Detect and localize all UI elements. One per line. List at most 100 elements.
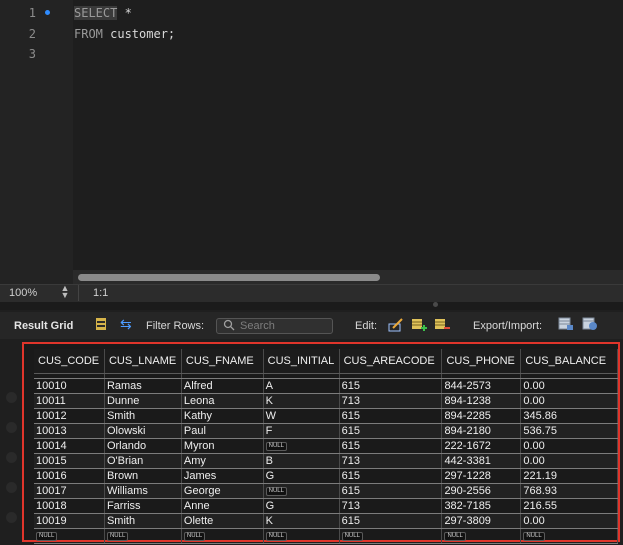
code-line-2[interactable]: FROM customer; (74, 27, 175, 41)
table-cell[interactable]: K (263, 393, 340, 409)
table-cell[interactable]: Smith (104, 408, 182, 424)
table-cell[interactable]: 894-2180 (441, 423, 522, 439)
table-cell[interactable]: 615 (339, 408, 443, 424)
splitter-handle-icon[interactable] (433, 302, 438, 307)
table-cell[interactable]: Kathy (181, 408, 264, 424)
table-cell[interactable]: Brown (104, 468, 182, 484)
edit-row-icon[interactable] (388, 318, 404, 332)
table-cell[interactable]: 297-3809 (441, 513, 522, 529)
table-cell[interactable]: 615 (339, 423, 443, 439)
table-cell[interactable]: 10016 (34, 468, 105, 484)
table-cell[interactable]: Smith (104, 513, 182, 529)
sql-editor[interactable] (0, 0, 623, 285)
table-cell[interactable]: NULL (181, 528, 264, 544)
table-row[interactable]: 10019 Smith Olette K 615 297-3809 0.00 (34, 513, 618, 529)
statement-marker-icon[interactable] (45, 10, 50, 15)
export-icon[interactable] (558, 317, 574, 331)
row-selector[interactable] (6, 512, 17, 523)
table-cell[interactable]: 222-1672 (441, 438, 522, 454)
table-cell[interactable]: NULL (263, 528, 340, 544)
column-header[interactable]: CUS_AREACODE (339, 349, 443, 374)
delete-row-icon[interactable] (434, 318, 450, 332)
table-cell[interactable]: G (263, 498, 340, 514)
table-cell[interactable]: 10010 (34, 378, 105, 394)
table-cell[interactable]: Leona (181, 393, 264, 409)
table-cell[interactable]: 713 (339, 453, 443, 469)
table-cell[interactable]: 290-2556 (441, 483, 522, 499)
table-cell[interactable]: 615 (339, 513, 443, 529)
table-cell[interactable]: O'Brian (104, 453, 182, 469)
table-row[interactable]: 10016 Brown James G 615 297-1228 221.19 (34, 468, 618, 484)
scrollbar-thumb[interactable] (78, 274, 380, 281)
table-cell[interactable]: NULL (104, 528, 182, 544)
refresh-icon[interactable]: ⇆ (120, 316, 132, 333)
column-header[interactable]: CUS_PHONE (441, 349, 522, 374)
table-cell[interactable]: 768.93 (520, 483, 618, 499)
table-cell[interactable]: NULL (441, 528, 522, 544)
column-header[interactable]: CUS_CODE (34, 349, 105, 374)
row-selector[interactable] (6, 452, 17, 463)
table-cell[interactable]: Orlando (104, 438, 182, 454)
table-cell[interactable]: Alfred (181, 378, 264, 394)
table-cell[interactable]: Myron (181, 438, 264, 454)
table-cell[interactable]: K (263, 513, 340, 529)
table-cell[interactable]: 10011 (34, 393, 105, 409)
table-cell[interactable]: NULL (520, 528, 618, 544)
table-cell[interactable]: NULL (34, 528, 105, 544)
table-cell[interactable]: 844-2573 (441, 378, 522, 394)
table-cell[interactable]: 10017 (34, 483, 105, 499)
table-cell[interactable]: 10013 (34, 423, 105, 439)
table-cell[interactable]: NULL (339, 528, 443, 544)
table-cell[interactable]: Williams (104, 483, 182, 499)
table-cell[interactable]: 0.00 (520, 438, 618, 454)
table-cell[interactable]: 216.55 (520, 498, 618, 514)
table-cell[interactable]: 894-1238 (441, 393, 522, 409)
table-cell[interactable]: Anne (181, 498, 264, 514)
table-cell[interactable]: Dunne (104, 393, 182, 409)
table-cell[interactable]: 615 (339, 438, 443, 454)
row-selector[interactable] (6, 482, 17, 493)
table-cell[interactable]: 0.00 (520, 393, 618, 409)
table-row[interactable]: 10018 Farriss Anne G 713 382-7185 216.55 (34, 498, 618, 514)
table-cell[interactable]: 615 (339, 483, 443, 499)
row-selector[interactable] (6, 422, 17, 433)
table-row[interactable]: 10012 Smith Kathy W 615 894-2285 345.86 (34, 408, 618, 424)
table-cell[interactable]: NULL (263, 438, 340, 454)
search-input[interactable] (240, 319, 330, 333)
table-cell[interactable]: 536.75 (520, 423, 618, 439)
table-row[interactable]: NULL NULL NULL NULL NULL NULL NULL (34, 528, 618, 544)
table-cell[interactable]: 297-1228 (441, 468, 522, 484)
table-cell[interactable]: A (263, 378, 340, 394)
table-cell[interactable]: G (263, 468, 340, 484)
table-cell[interactable]: 442-3381 (441, 453, 522, 469)
table-cell[interactable]: F (263, 423, 340, 439)
column-header[interactable]: CUS_FNAME (181, 349, 264, 374)
zoom-stepper-icon[interactable]: ▲ ▼ (59, 284, 71, 300)
table-cell[interactable]: 894-2285 (441, 408, 522, 424)
table-cell[interactable]: Olette (181, 513, 264, 529)
table-cell[interactable]: Ramas (104, 378, 182, 394)
table-cell[interactable]: 10012 (34, 408, 105, 424)
table-cell[interactable]: James (181, 468, 264, 484)
table-cell[interactable]: George (181, 483, 264, 499)
table-cell[interactable]: Olowski (104, 423, 182, 439)
table-cell[interactable]: 615 (339, 378, 443, 394)
table-row[interactable]: 10011 Dunne Leona K 713 894-1238 0.00 (34, 393, 618, 409)
table-cell[interactable]: 345.86 (520, 408, 618, 424)
table-row[interactable]: 10014 Orlando Myron NULL 615 222-1672 0.00 (34, 438, 618, 454)
table-cell[interactable]: 0.00 (520, 513, 618, 529)
table-cell[interactable]: 10019 (34, 513, 105, 529)
table-cell[interactable]: B (263, 453, 340, 469)
column-header[interactable]: CUS_INITIAL (263, 349, 340, 374)
table-cell[interactable]: 713 (339, 393, 443, 409)
table-cell[interactable]: Amy (181, 453, 264, 469)
table-row[interactable]: 10017 Williams George NULL 615 290-2556 768.93 (34, 483, 618, 499)
table-cell[interactable]: 0.00 (520, 453, 618, 469)
table-cell[interactable]: NULL (263, 483, 340, 499)
pane-splitter[interactable] (0, 302, 623, 310)
add-row-icon[interactable] (411, 318, 427, 332)
table-cell[interactable]: W (263, 408, 340, 424)
table-cell[interactable]: 10014 (34, 438, 105, 454)
table-cell[interactable]: Paul (181, 423, 264, 439)
table-cell[interactable]: 221.19 (520, 468, 618, 484)
